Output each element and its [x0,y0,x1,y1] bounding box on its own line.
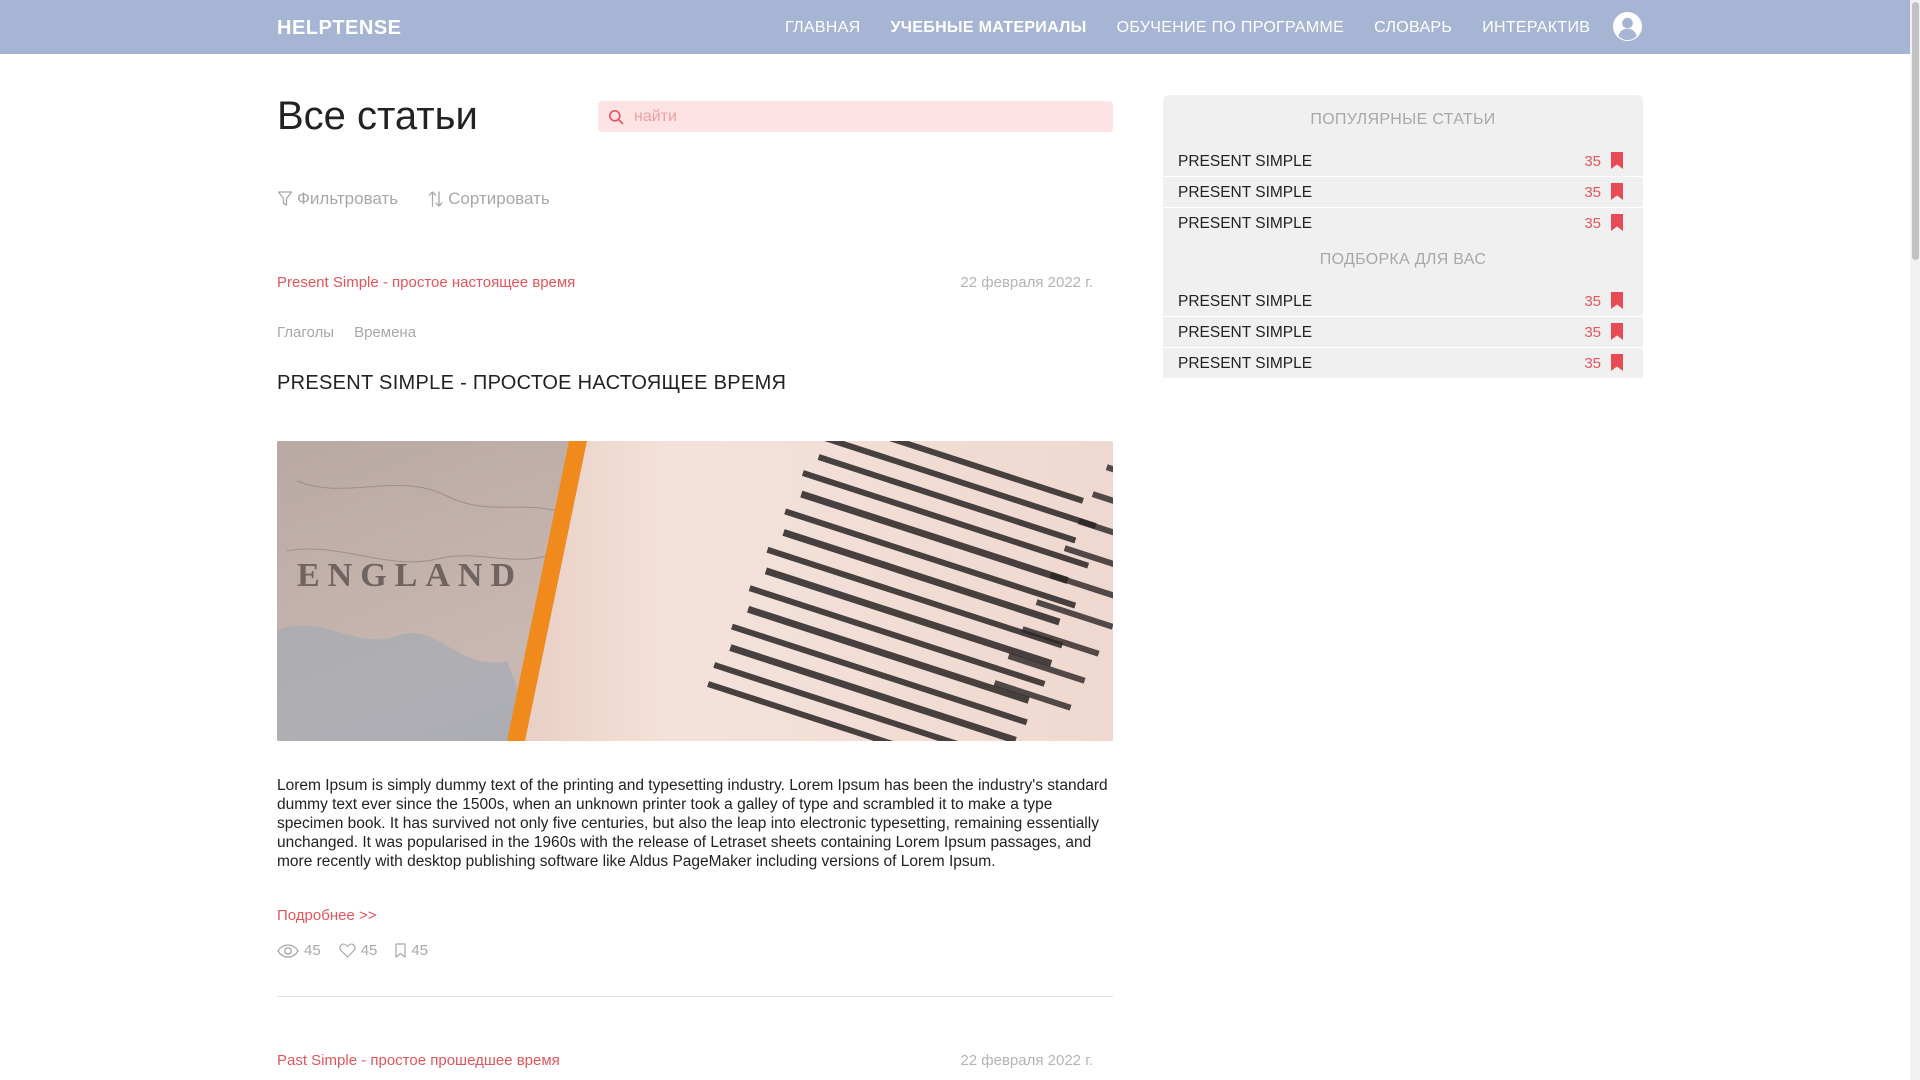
list-item-count: 35 [1584,215,1601,232]
user-avatar-icon[interactable] [1612,11,1643,42]
list-item-count: 35 [1584,355,1601,372]
article-card: Present Simple - простое настоящее время… [277,274,1113,1004]
sort-button[interactable]: Сортировать [428,189,550,209]
list-item-count: 35 [1584,153,1601,170]
views-count: 45 [304,942,321,959]
scrollbar-thumb[interactable] [1912,2,1919,260]
sidebar-panel: ПОПУЛЯРНЫЕ СТАТЬИ PRESENT SIMPLE 35 PRES… [1163,95,1643,378]
nav-item-program[interactable]: ОБУЧЕНИЕ ПО ПРОГРАММЕ [1117,19,1344,37]
nav-item-interactive[interactable]: ИНТЕРАКТИВ [1482,19,1590,37]
article-image[interactable]: ENGLAND [277,441,1113,741]
tag-tenses[interactable]: Времена [354,324,416,341]
list-item-title: PRESENT SIMPLE [1178,215,1313,232]
list-item[interactable]: PRESENT SIMPLE 35 [1163,208,1643,238]
tag-verbs[interactable]: Глаголы [277,324,334,341]
article-divider [277,996,1113,997]
popular-heading: ПОПУЛЯРНЫЕ СТАТЬИ [1310,111,1496,128]
like-button[interactable]: 45 [339,942,378,959]
article-title[interactable]: PRESENT SIMPLE - ПРОСТОЕ НАСТОЯЩЕЕ ВРЕМЯ [277,372,786,395]
article-tags: Глаголы Времена [277,324,416,341]
article-stats: 45 45 45 [277,942,428,959]
brand-logo[interactable]: HELPTENSE [277,17,402,40]
nav-item-dictionary[interactable]: СЛОВАРЬ [1374,19,1452,37]
page-scrollbar[interactable] [1910,0,1920,1080]
list-item-title: PRESENT SIMPLE [1178,153,1313,170]
list-tools: Фильтровать Сортировать [277,189,550,209]
bookmark-outline-icon [395,943,406,958]
list-item[interactable]: PRESENT SIMPLE 35 [1163,177,1643,207]
article-date: 22 февраля 2022 г. [960,274,1093,291]
nav-item-home[interactable]: ГЛАВНАЯ [785,19,861,37]
popular-list: PRESENT SIMPLE 35 PRESENT SIMPLE 35 PRES… [1163,146,1643,238]
heart-icon [339,943,356,958]
page-title: Все статьи [277,94,478,138]
bookmark-icon[interactable] [1611,292,1623,309]
list-item[interactable]: PRESENT SIMPLE 35 [1163,317,1643,347]
list-item[interactable]: PRESENT SIMPLE 35 [1163,348,1643,378]
search-icon [609,109,624,124]
eye-icon [277,943,299,958]
nav-item-materials[interactable]: УЧЕБНЫЕ МАТЕРИАЛЫ [891,19,1087,37]
search-box[interactable] [598,101,1113,132]
sort-icon [428,191,443,207]
list-item-title: PRESENT SIMPLE [1178,293,1313,310]
bookmark-icon[interactable] [1611,214,1623,231]
picks-heading: ПОДБОРКА ДЛЯ ВАС [1319,251,1487,268]
read-more-link[interactable]: Подробнее >> [277,907,376,924]
sort-label: Сортировать [448,189,550,208]
search-input[interactable] [634,107,1094,126]
list-item[interactable]: PRESENT SIMPLE 35 [1163,286,1643,316]
list-item-count: 35 [1584,293,1601,310]
filter-label: Фильтровать [297,189,399,208]
likes-count: 45 [360,942,378,959]
bookmark-icon[interactable] [1611,183,1623,200]
picks-list: PRESENT SIMPLE 35 PRESENT SIMPLE 35 PRES… [1163,286,1643,378]
main-nav: ГЛАВНАЯ УЧЕБНЫЕ МАТЕРИАЛЫ ОБУЧЕНИЕ ПО ПР… [785,19,1590,37]
list-item-title: PRESENT SIMPLE [1178,355,1313,372]
filter-icon [277,191,293,206]
article-card: Past Simple - простое прошедшее время 22… [277,1052,1113,1080]
bookmark-icon[interactable] [1611,354,1623,371]
article-date: 22 февраля 2022 г. [960,1052,1093,1069]
top-navbar: HELPTENSE ГЛАВНАЯ УЧЕБНЫЕ МАТЕРИАЛЫ ОБУЧ… [0,0,1920,54]
bookmark-icon[interactable] [1611,323,1623,340]
bookmarks-count: 45 [411,942,429,959]
article-excerpt: Lorem Ipsum is simply dummy text of the … [277,777,1108,870]
list-item-count: 35 [1584,324,1601,341]
image-caption: ENGLAND [297,557,523,594]
views-stat: 45 [277,942,321,959]
filter-button[interactable]: Фильтровать [277,189,398,209]
list-item-count: 35 [1584,184,1601,201]
list-item-title: PRESENT SIMPLE [1178,324,1313,341]
bookmark-icon[interactable] [1611,152,1623,169]
list-item[interactable]: PRESENT SIMPLE 35 [1163,146,1643,176]
list-item-title: PRESENT SIMPLE [1178,184,1313,201]
bookmark-button[interactable]: 45 [395,942,428,959]
